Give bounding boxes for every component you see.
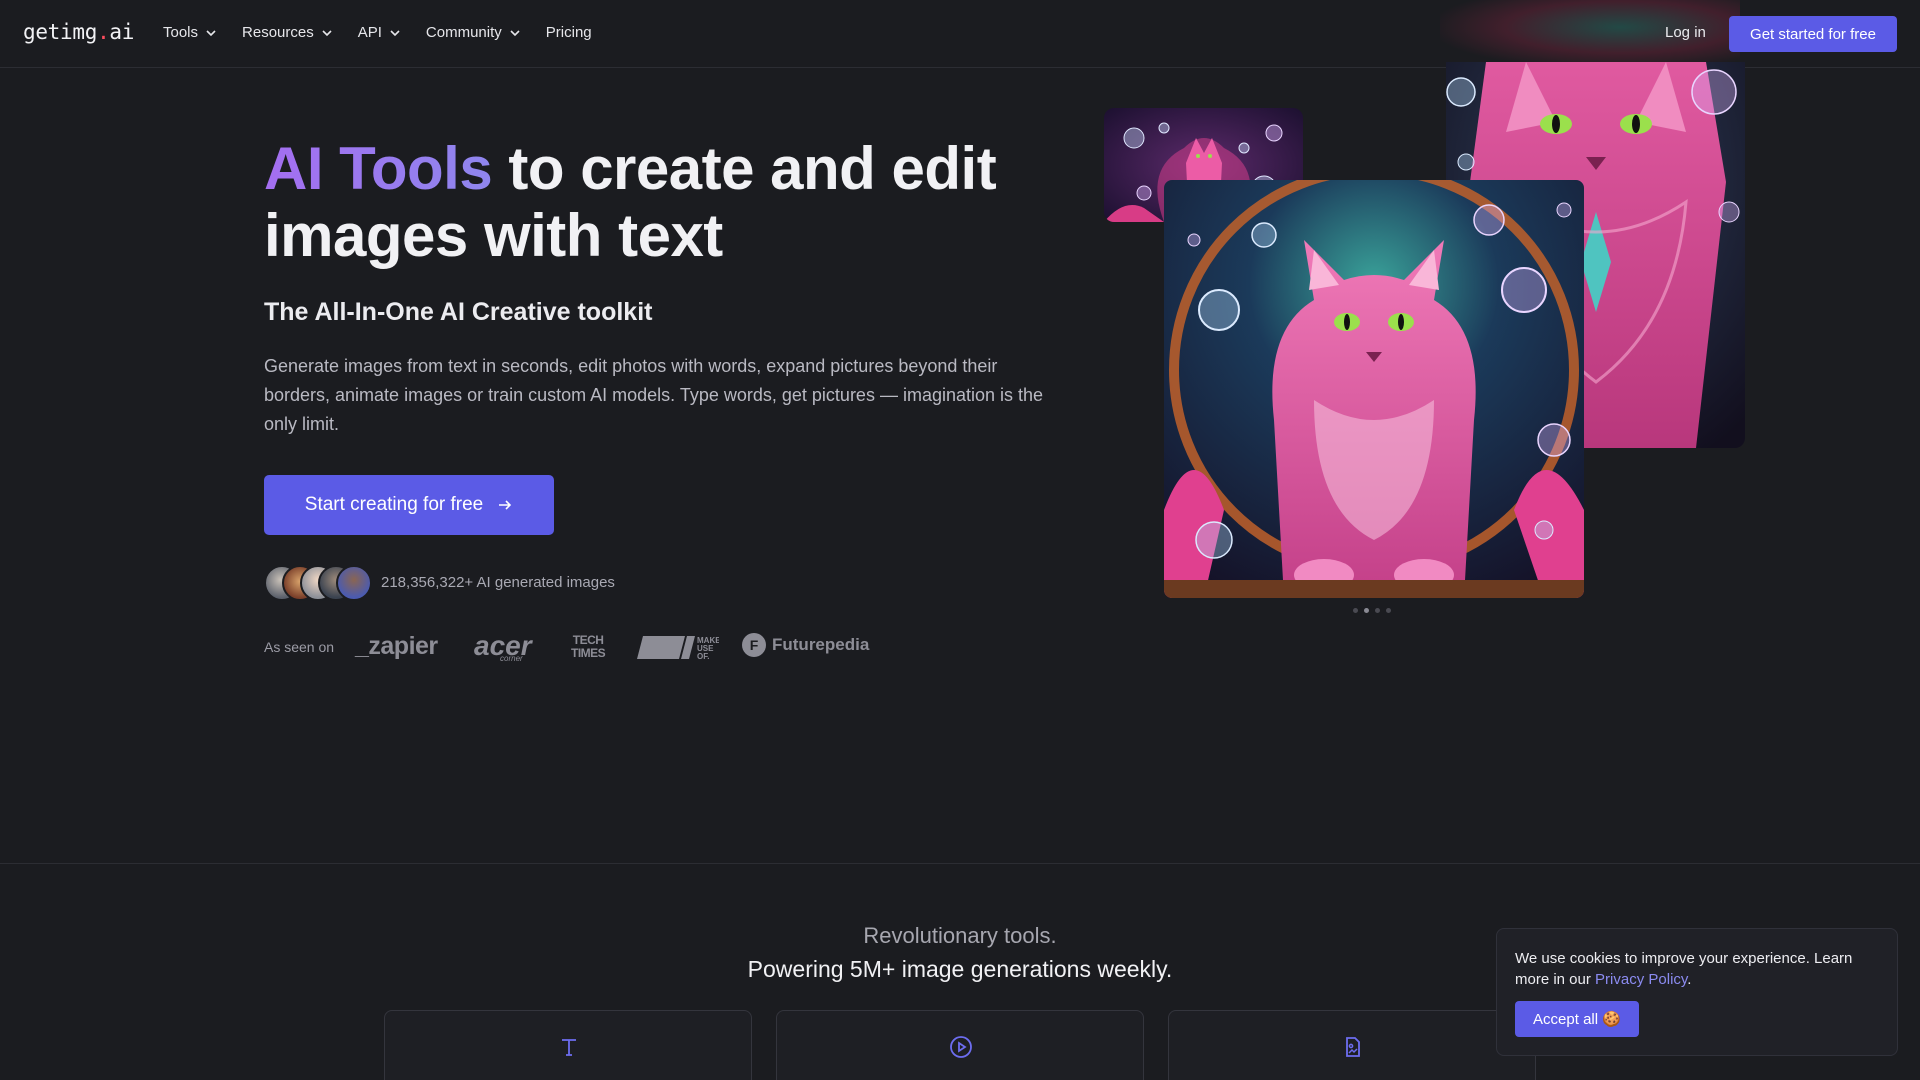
- carousel-dot[interactable]: [1386, 608, 1391, 613]
- section-divider: [0, 863, 1920, 864]
- futurepedia-wordmark: Futurepedia: [772, 635, 870, 654]
- chevron-down-icon: [510, 29, 520, 36]
- cookie-message: We use cookies to improve your experienc…: [1515, 948, 1875, 990]
- cookie-text-end: .: [1687, 971, 1692, 988]
- play-circle-icon: [950, 1036, 972, 1058]
- chevron-down-icon: [206, 29, 216, 36]
- main-menu: Tools Resources API Community Pricing: [163, 24, 616, 41]
- chevron-down-icon: [390, 29, 400, 36]
- carousel-dot-active[interactable]: [1364, 608, 1369, 613]
- carousel-dot[interactable]: [1353, 608, 1358, 613]
- nav-item-resources[interactable]: Resources: [242, 24, 334, 41]
- logo-text-prefix: getimg: [23, 20, 98, 44]
- text-icon: [562, 1039, 576, 1056]
- as-seen-on-label: As seen on: [264, 639, 335, 655]
- nav-item-label: API: [357, 24, 382, 41]
- hero-title: AI Tools to create and edit images with …: [264, 135, 1024, 269]
- pink-cat-image: [1164, 180, 1584, 598]
- tool-card[interactable]: [776, 1010, 1144, 1080]
- logo-text-suffix: ai: [109, 20, 135, 44]
- acer-logo-sub: corner: [500, 654, 523, 663]
- accept-cookies-button[interactable]: Accept all 🍪: [1515, 1001, 1639, 1037]
- image-edit-icon: [1346, 1037, 1360, 1057]
- hero-title-accent: AI Tools: [264, 135, 493, 202]
- tool-card[interactable]: [1168, 1010, 1536, 1080]
- zapier-logo: _zapier: [355, 632, 438, 660]
- chevron-down-icon: [322, 29, 332, 36]
- arrow-right-icon: [499, 500, 512, 510]
- nav-item-tools[interactable]: Tools: [163, 24, 218, 41]
- futurepedia-mark-icon: F: [742, 633, 766, 657]
- login-link[interactable]: Log in: [1665, 24, 1706, 41]
- hero-description: Generate images from text in seconds, ed…: [264, 356, 1044, 434]
- generated-images-counter: 218,356,322+ AI generated images: [381, 574, 615, 591]
- get-started-button[interactable]: Get started for free: [1729, 16, 1897, 52]
- avatar: [336, 565, 372, 601]
- showcase-image-main[interactable]: [1164, 180, 1584, 598]
- futurepedia-logo: F Futurepedia: [742, 633, 869, 657]
- hero-subtitle: The All-In-One AI Creative toolkit: [264, 298, 653, 326]
- cta-label: Start creating for free: [304, 494, 484, 515]
- techtimes-line: TIMES: [571, 646, 606, 660]
- cookie-banner: We use cookies to improve your experienc…: [1496, 928, 1898, 1056]
- tool-card[interactable]: [384, 1010, 752, 1080]
- start-creating-button[interactable]: Start creating for free: [264, 475, 554, 535]
- nav-item-label: Pricing: [545, 24, 592, 41]
- nav-item-api[interactable]: API: [358, 24, 402, 41]
- carousel-dot[interactable]: [1375, 608, 1380, 613]
- makeuseof-logo: MAKE USE OF.: [637, 636, 719, 661]
- nav-item-pricing[interactable]: Pricing: [546, 24, 592, 41]
- top-navigation: getimg.ai Tools Resources API Community …: [0, 0, 1920, 68]
- nav-item-label: Tools: [163, 24, 199, 41]
- privacy-policy-link[interactable]: Privacy Policy: [1595, 971, 1687, 988]
- techtimes-logo: TECH TIMES: [571, 634, 606, 660]
- svg-text:OF.: OF.: [697, 652, 709, 661]
- getimg-logo[interactable]: getimg.ai: [23, 20, 134, 44]
- nav-item-label: Community: [425, 24, 502, 41]
- logo-dot: .: [97, 20, 110, 44]
- nav-item-community[interactable]: Community: [426, 24, 522, 41]
- carousel-indicator: [1353, 608, 1391, 613]
- user-avatars: [264, 565, 374, 601]
- nav-item-label: Resources: [242, 24, 314, 41]
